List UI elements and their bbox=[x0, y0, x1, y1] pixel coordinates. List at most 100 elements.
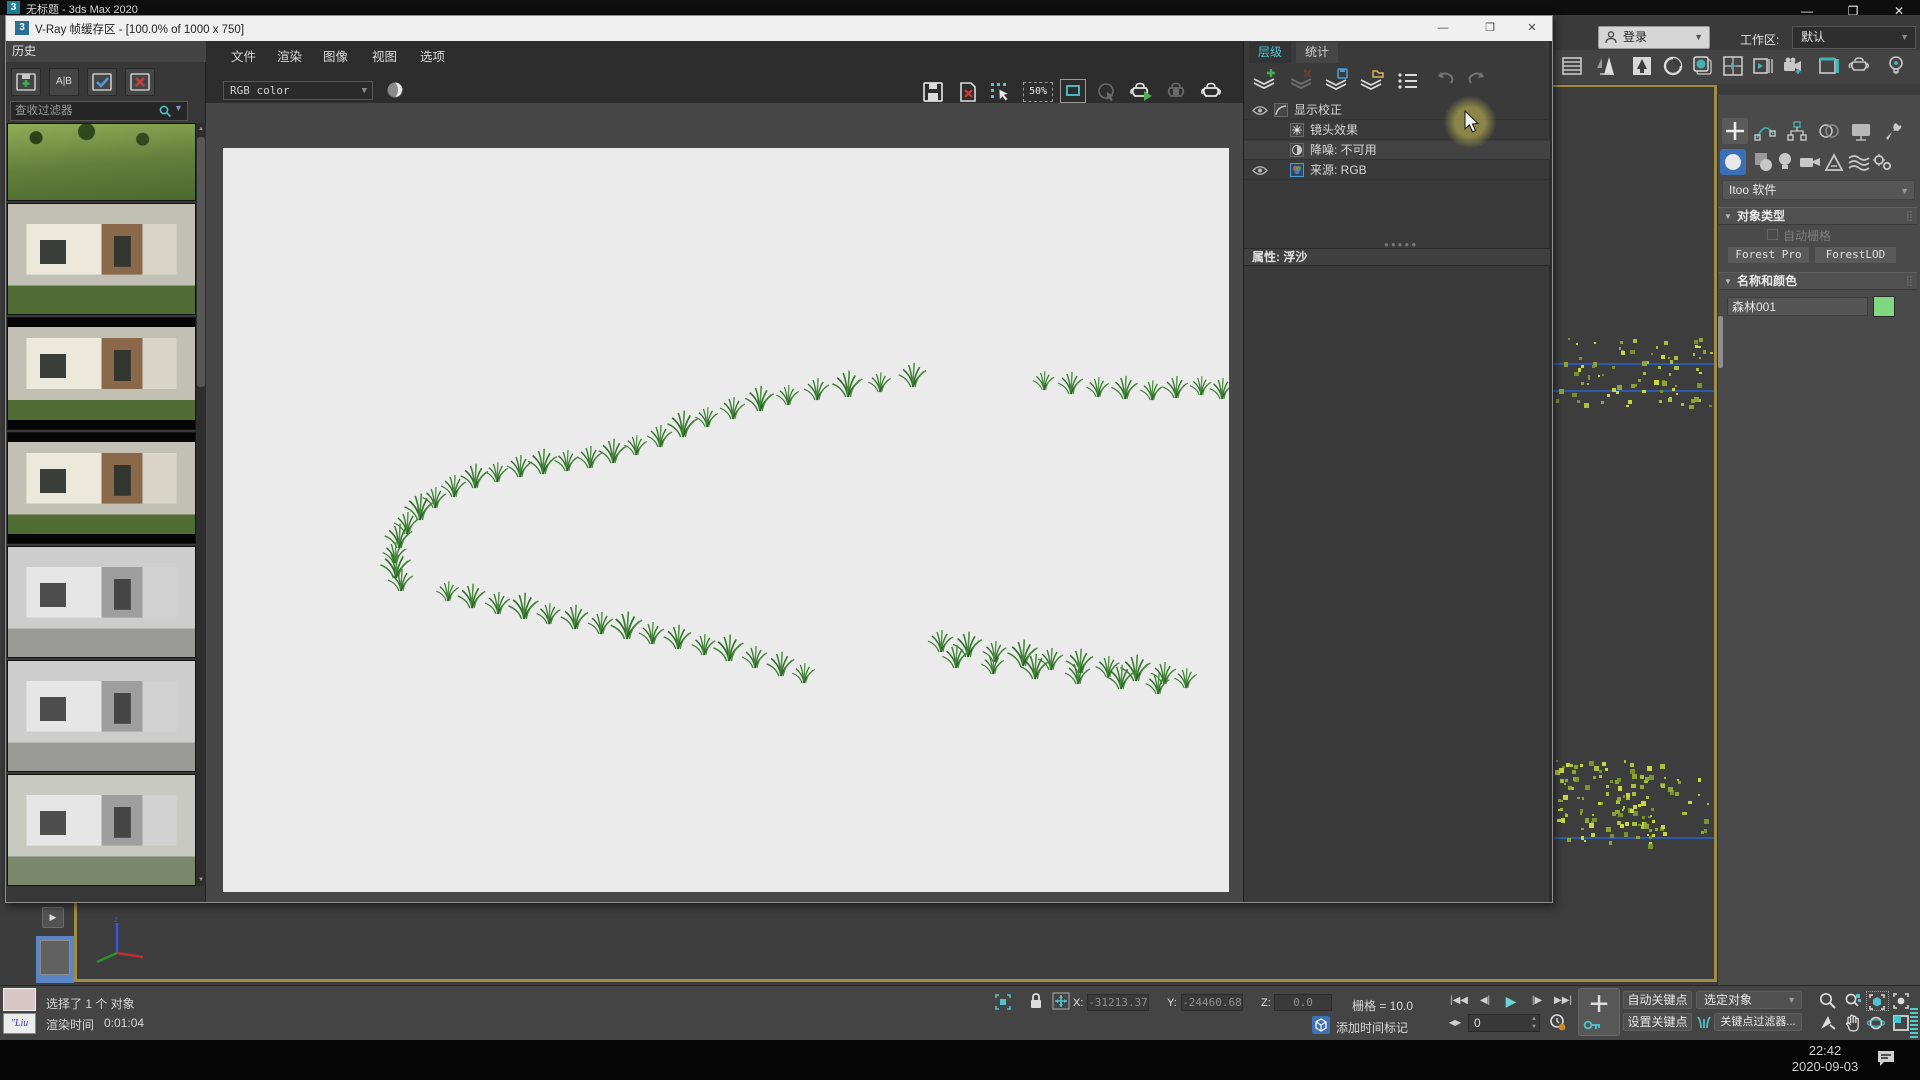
layered-material-icon[interactable] bbox=[1691, 54, 1718, 80]
next-frame-button[interactable]: |▶ bbox=[1527, 993, 1547, 1009]
state-sets-icon[interactable] bbox=[1817, 54, 1844, 80]
menu-file[interactable]: 文件 bbox=[231, 46, 256, 64]
prompt-line[interactable]: 添加时间标记 bbox=[1336, 1019, 1408, 1036]
viewport-bottom-area[interactable]: z bbox=[77, 903, 1553, 979]
scroll-down-icon[interactable]: ▼ bbox=[196, 874, 206, 886]
swirl-icon[interactable] bbox=[1661, 54, 1688, 80]
selection-region-icon[interactable] bbox=[994, 993, 1012, 1011]
space-warps-category-icon[interactable] bbox=[1846, 150, 1870, 174]
autogrid-checkbox[interactable] bbox=[1767, 229, 1778, 240]
stop-render-icon[interactable] bbox=[1164, 80, 1191, 104]
history-thumbnail[interactable] bbox=[7, 660, 196, 772]
taskbar-clock[interactable]: 22:42 2020-09-03 bbox=[1780, 1043, 1870, 1075]
save-layer-tree-icon[interactable] bbox=[1322, 67, 1350, 95]
menu-view[interactable]: 视图 bbox=[372, 46, 397, 64]
set-key-button[interactable]: 设置关键点 bbox=[1623, 1013, 1692, 1031]
zoom-icon[interactable] bbox=[1818, 991, 1841, 1011]
forest-tools-icon[interactable] bbox=[1594, 54, 1621, 80]
orbit-icon[interactable] bbox=[1866, 1013, 1889, 1033]
login-button[interactable]: 登录 ▼ bbox=[1598, 26, 1710, 49]
maxscript-mini-listener-pink[interactable] bbox=[3, 988, 36, 1011]
search-options-icon[interactable]: ▼ bbox=[174, 103, 183, 113]
modify-tab-icon[interactable] bbox=[1752, 118, 1778, 144]
history-scrollbar-thumb[interactable] bbox=[197, 137, 205, 387]
lights-category-icon[interactable] bbox=[1776, 150, 1800, 174]
hierarchy-tab-icon[interactable] bbox=[1784, 118, 1810, 144]
name-color-rollout[interactable]: ▼ 名称和颜色 ⣿ bbox=[1719, 272, 1917, 290]
spinner-icon[interactable]: ▲▼ bbox=[1531, 1015, 1537, 1031]
tab-statistics[interactable]: 统计 bbox=[1296, 42, 1338, 63]
zoom-region-icon[interactable] bbox=[1818, 1013, 1841, 1033]
history-thumbnail[interactable] bbox=[7, 123, 196, 201]
time-configuration-icon[interactable] bbox=[1548, 1013, 1567, 1032]
zoom-level-button[interactable]: 50% bbox=[1023, 82, 1053, 102]
viewport-right-area[interactable] bbox=[1553, 87, 1714, 982]
tab-hierarchy[interactable]: 层级 bbox=[1249, 42, 1291, 63]
history-thumbnail[interactable] bbox=[7, 546, 196, 658]
vfb-minimize-button[interactable]: — bbox=[1431, 20, 1455, 38]
toolbar-grip[interactable] bbox=[1910, 1008, 1918, 1038]
object-type-rollout[interactable]: ▼ 对象类型 ⣿ bbox=[1719, 207, 1917, 225]
command-panel-scrollbar[interactable] bbox=[1718, 316, 1723, 368]
history-set-a-icon[interactable] bbox=[87, 68, 117, 96]
create-tab-icon[interactable] bbox=[1722, 118, 1748, 144]
create-category-dropdown[interactable]: Itoo 软件 ▼ bbox=[1722, 180, 1915, 200]
selection-set-dropdown[interactable]: 选定对象 ▼ bbox=[1696, 991, 1802, 1009]
vfb-titlebar[interactable]: 3 V-Ray 帧缓存区 - [100.0% of 1000 x 750] — … bbox=[6, 16, 1552, 41]
z-coordinate-field[interactable]: 0.0 bbox=[1274, 994, 1332, 1011]
layer-row-source[interactable]: 来源: RGB bbox=[1244, 161, 1550, 180]
history-thumbnail[interactable] bbox=[7, 774, 196, 886]
object-name-field[interactable] bbox=[1727, 297, 1868, 316]
menu-render[interactable]: 渲染 bbox=[277, 46, 302, 64]
workspace-dropdown[interactable]: 默认 ▼ bbox=[1792, 26, 1916, 49]
forest-icon[interactable] bbox=[1630, 54, 1657, 80]
previous-frame-button[interactable]: ◀| bbox=[1475, 993, 1495, 1009]
render-teapot-icon[interactable] bbox=[1847, 54, 1874, 80]
layer-list-menu-icon[interactable] bbox=[1394, 67, 1422, 95]
key-filters-button[interactable]: 关键点过滤器... bbox=[1714, 1013, 1802, 1031]
eye-icon[interactable] bbox=[1252, 105, 1268, 116]
maxscript-mini-listener[interactable]: "Liu bbox=[3, 1013, 36, 1034]
key-filters-icon[interactable] bbox=[1696, 1013, 1712, 1031]
clear-image-icon[interactable] bbox=[956, 80, 983, 104]
cameras-category-icon[interactable] bbox=[1798, 150, 1822, 174]
play-animation-mini-button[interactable]: ▶ bbox=[42, 907, 64, 928]
play-button[interactable]: ▶ bbox=[1498, 993, 1524, 1009]
history-compare-ab-icon[interactable]: A|B bbox=[49, 68, 79, 96]
channel-dropdown[interactable]: RGB color ▼ bbox=[223, 81, 373, 100]
render-production-icon[interactable] bbox=[1781, 54, 1808, 80]
display-tab-icon[interactable] bbox=[1848, 118, 1874, 144]
history-save-icon[interactable] bbox=[11, 68, 41, 96]
isolate-selection-icon[interactable] bbox=[1312, 1016, 1330, 1034]
render-last-icon[interactable] bbox=[1128, 80, 1155, 104]
render-icon[interactable] bbox=[1198, 80, 1225, 104]
y-coordinate-field[interactable]: -24460.68 bbox=[1181, 994, 1243, 1011]
light-bulb-icon[interactable] bbox=[1884, 54, 1911, 80]
selected-viewport-layout-button[interactable] bbox=[36, 936, 74, 983]
pixel-inspect-icon[interactable] bbox=[988, 80, 1015, 104]
scroll-up-icon[interactable]: ▲ bbox=[196, 123, 206, 135]
add-layer-icon[interactable] bbox=[1250, 67, 1278, 95]
auto-key-button[interactable]: 自动关键点 bbox=[1623, 991, 1692, 1009]
delete-layer-icon[interactable] bbox=[1287, 67, 1315, 95]
go-to-end-button[interactable]: ▶▶| bbox=[1550, 993, 1576, 1009]
shapes-category-icon[interactable] bbox=[1752, 150, 1776, 174]
layer-row-lens-effects[interactable]: 镜头效果 bbox=[1244, 121, 1550, 140]
x-coordinate-field[interactable]: -31213.37 bbox=[1087, 994, 1149, 1011]
history-thumbnail[interactable] bbox=[7, 203, 196, 315]
sphere-preview-icon[interactable] bbox=[386, 81, 404, 99]
menu-image[interactable]: 图像 bbox=[323, 46, 348, 64]
helpers-category-icon[interactable] bbox=[1822, 150, 1846, 174]
history-scrollbar[interactable]: ▲ ▼ bbox=[196, 123, 206, 886]
history-thumbnail[interactable] bbox=[7, 317, 196, 430]
layer-manager-icon[interactable] bbox=[1560, 54, 1587, 80]
history-thumbnail[interactable] bbox=[7, 432, 196, 544]
menu-options[interactable]: 选项 bbox=[420, 46, 445, 64]
zoom-extents-icon[interactable] bbox=[1866, 991, 1889, 1011]
zoom-all-icon[interactable] bbox=[1843, 991, 1866, 1011]
pan-hand-icon[interactable] bbox=[1843, 1013, 1866, 1033]
vfb-close-button[interactable]: ✕ bbox=[1520, 20, 1544, 38]
systems-category-icon[interactable] bbox=[1870, 150, 1894, 174]
object-color-swatch[interactable] bbox=[1873, 296, 1895, 317]
set-keys-button[interactable]: + bbox=[1578, 988, 1620, 1036]
